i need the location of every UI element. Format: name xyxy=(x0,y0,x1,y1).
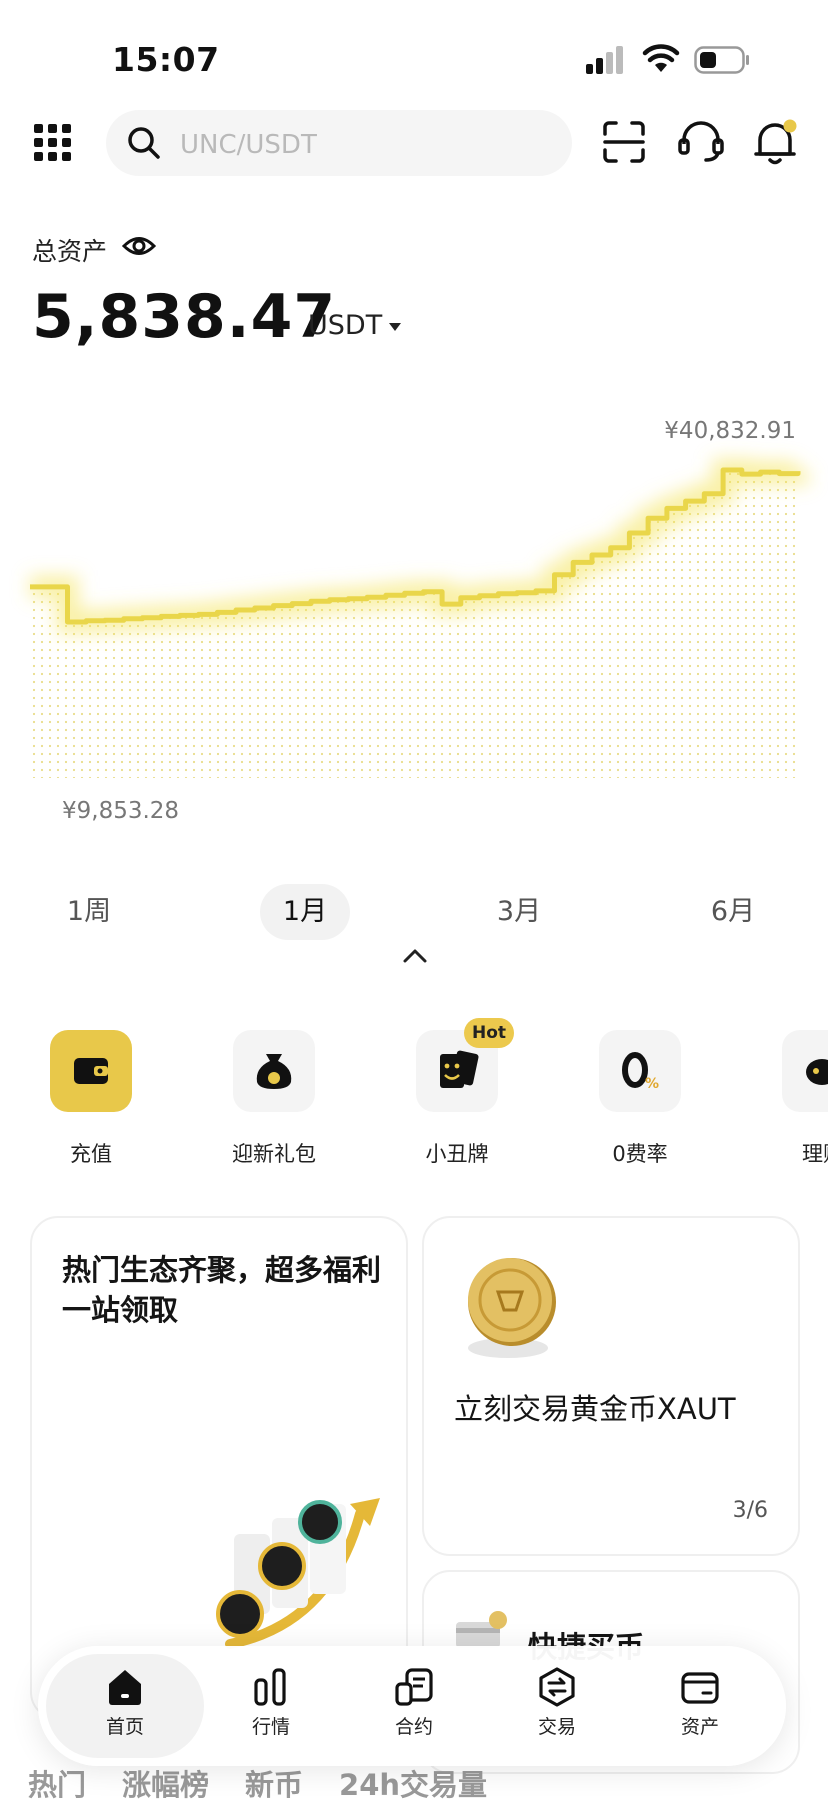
scan-icon[interactable] xyxy=(602,120,646,164)
market-tab-new[interactable]: 新币 xyxy=(245,1768,303,1802)
notification-bell-icon[interactable] xyxy=(752,118,798,166)
piggy-bank-icon xyxy=(806,1059,828,1085)
bottom-nav: 首页 行情 合约 交易 资产 xyxy=(38,1646,786,1766)
svg-text:%: % xyxy=(645,1076,659,1092)
chevron-up-icon[interactable] xyxy=(402,946,428,964)
shortcut-zero-fee-label: 0费率 xyxy=(612,1142,668,1166)
search-icon xyxy=(128,127,160,159)
gold-card-title: 立刻交易黄金币XAUT xyxy=(454,1392,736,1426)
market-tabs: 热门 涨幅榜 新币 24h交易量 xyxy=(28,1762,523,1804)
chart-min-label: ¥9,853.28 xyxy=(62,798,180,824)
search-bar[interactable]: UNC/USDT xyxy=(106,110,572,176)
chart-max-label: ¥40,832.91 xyxy=(664,418,796,444)
promo-card-ecosystem[interactable]: 热门生态齐聚，超多福利一站领取 xyxy=(30,1216,408,1720)
nav-market-label: 行情 xyxy=(251,1716,290,1738)
hot-badge: Hot xyxy=(464,1018,514,1048)
total-assets-amount: 5,838.47 xyxy=(32,282,337,352)
nav-trade-label: 交易 xyxy=(537,1716,576,1738)
shortcut-welcome-gift-label: 迎新礼包 xyxy=(232,1142,316,1166)
shortcut-welcome-gift[interactable] xyxy=(233,1030,315,1112)
nav-market[interactable]: 行情 xyxy=(201,1660,341,1750)
market-tab-hot[interactable]: 热门 xyxy=(28,1768,86,1802)
status-time: 15:07 xyxy=(112,40,220,79)
range-3-month[interactable]: 3月 xyxy=(474,884,564,940)
battery-icon xyxy=(694,46,749,74)
nav-assets[interactable]: 资产 xyxy=(630,1660,770,1750)
wifi-icon xyxy=(642,44,680,72)
market-icon xyxy=(254,1668,286,1706)
search-placeholder: UNC/USDT xyxy=(180,130,317,160)
nav-home-label: 首页 xyxy=(105,1716,144,1738)
wallet-icon xyxy=(74,1058,108,1084)
nav-home[interactable]: 首页 xyxy=(55,1660,195,1750)
trade-icon xyxy=(539,1667,575,1707)
cellular-signal-icon xyxy=(586,46,623,74)
shortcut-joker-card-label: 小丑牌 xyxy=(425,1142,489,1166)
gold-coin-illustration xyxy=(468,1258,556,1358)
nav-assets-label: 资产 xyxy=(680,1716,719,1738)
nav-contract[interactable]: 合约 xyxy=(344,1660,484,1750)
currency-unit-selector[interactable]: USDT xyxy=(308,310,382,341)
shortcut-zero-fee[interactable]: % xyxy=(599,1030,681,1112)
contract-icon xyxy=(395,1668,433,1706)
shortcut-wealth[interactable] xyxy=(782,1030,828,1112)
nav-trade[interactable]: 交易 xyxy=(487,1660,627,1750)
home-icon xyxy=(109,1670,141,1705)
apps-grid-icon[interactable] xyxy=(34,124,72,162)
range-6-month[interactable]: 6月 xyxy=(688,884,778,940)
promo-card-title: 热门生态齐聚，超多福利一站领取 xyxy=(62,1253,382,1327)
market-tab-volume[interactable]: 24h交易量 xyxy=(339,1768,487,1802)
zero-fee-icon: % xyxy=(622,1052,659,1092)
eye-icon[interactable] xyxy=(122,231,156,261)
range-1-month[interactable]: 1月 xyxy=(260,884,350,940)
asset-chart xyxy=(30,459,809,778)
promo-card-gold[interactable]: 立刻交易黄金币XAUT 3/6 xyxy=(422,1216,800,1556)
total-assets-label: 总资产 xyxy=(32,237,108,266)
caret-down-icon[interactable] xyxy=(388,322,402,332)
crypto-coins-illustration xyxy=(216,1498,380,1649)
range-1-week[interactable]: 1周 xyxy=(44,884,134,940)
nav-contract-label: 合约 xyxy=(394,1716,433,1738)
assets-wallet-icon xyxy=(681,1672,719,1704)
market-tab-gainers[interactable]: 涨幅榜 xyxy=(122,1768,209,1802)
money-bag-icon xyxy=(256,1054,292,1089)
customer-support-icon[interactable] xyxy=(678,120,724,164)
carousel-page-indicator: 3/6 xyxy=(732,1498,768,1523)
card-with-coin-icon xyxy=(456,1611,507,1648)
shortcut-deposit[interactable] xyxy=(50,1030,132,1112)
shortcut-wealth-label: 理财 xyxy=(802,1142,828,1166)
shortcut-deposit-label: 充值 xyxy=(70,1142,112,1166)
